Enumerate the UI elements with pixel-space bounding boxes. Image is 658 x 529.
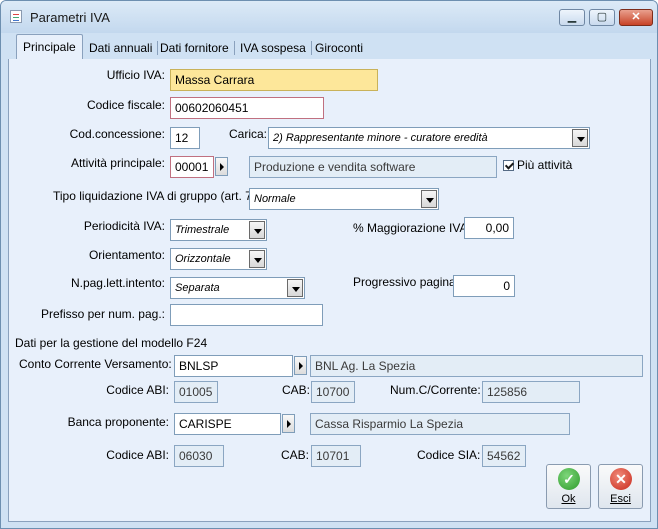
progressivo-pagina-input[interactable]: 0 xyxy=(453,275,515,297)
conto-corrente-label: Conto Corrente Versamento: xyxy=(19,357,172,371)
check-icon: ✓ xyxy=(558,468,580,490)
codice-abi-2-field: 06030 xyxy=(174,445,224,467)
title-bar: Parametri IVA ▁ ▢ ✕ xyxy=(1,1,657,33)
orientamento-select[interactable]: Orizzontale xyxy=(170,248,267,270)
tab-panel-principale: Ufficio IVA: Massa Carrara Codice fiscal… xyxy=(8,59,651,522)
orientamento-value: Orizzontale xyxy=(175,253,231,265)
cab-2-label: CAB: xyxy=(281,448,310,462)
attivita-description: Produzione e vendita software xyxy=(249,156,497,178)
tipo-liquidazione-dropdown-icon[interactable] xyxy=(421,190,437,208)
tab-dati-fornitore[interactable]: Dati fornitore xyxy=(155,41,235,55)
npag-lett-intento-label: N.pag.lett.intento: xyxy=(70,276,165,290)
npag-lett-intento-dropdown-icon[interactable] xyxy=(287,279,303,297)
piu-attivita-label: Più attività xyxy=(517,158,573,172)
tab-strip: Principale Dati annuali Dati fornitore I… xyxy=(8,33,651,60)
conto-corrente-description: BNL Ag. La Spezia xyxy=(310,355,643,377)
attivita-zoom-button[interactable] xyxy=(215,157,228,176)
tab-giroconti[interactable]: Giroconti xyxy=(310,38,368,58)
ufficio-iva-label: Ufficio IVA: xyxy=(106,68,165,82)
banca-proponente-zoom-button[interactable] xyxy=(282,414,295,433)
npag-lett-intento-value: Separata xyxy=(175,282,220,294)
banca-proponente-label: Banca proponente: xyxy=(67,415,169,429)
banca-proponente-description: Cassa Risparmio La Spezia xyxy=(310,413,570,435)
codice-fiscale-input[interactable]: 00602060451 xyxy=(170,97,324,119)
close-window-button[interactable]: ✕ xyxy=(619,9,653,26)
codice-fiscale-label: Codice fiscale: xyxy=(86,98,165,112)
ok-button[interactable]: ✓ Ok xyxy=(546,464,591,509)
tab-principale[interactable]: Principale xyxy=(16,34,83,59)
dialog-client: Principale Dati annuali Dati fornitore I… xyxy=(8,33,651,522)
banca-proponente-code-input[interactable]: CARISPE xyxy=(174,413,281,435)
carica-label: Carica: xyxy=(229,127,268,141)
piu-attivita-checkbox[interactable] xyxy=(503,160,514,171)
periodicita-select[interactable]: Trimestrale xyxy=(170,219,267,241)
npag-lett-intento-select[interactable]: Separata xyxy=(170,277,305,299)
periodicita-value: Trimestrale xyxy=(175,224,230,236)
maggiorazione-label: % Maggiorazione IVA: xyxy=(353,221,471,235)
carica-value: 2) Rappresentante minore - curatore ered… xyxy=(273,132,488,144)
parametri-iva-window: Parametri IVA ▁ ▢ ✕ Principale Dati annu… xyxy=(0,0,658,529)
attivita-code-input[interactable]: 00001 xyxy=(170,156,214,178)
carica-select[interactable]: 2) Rappresentante minore - curatore ered… xyxy=(268,127,590,149)
minimize-button[interactable]: ▁ xyxy=(559,9,585,26)
conto-corrente-zoom-button[interactable] xyxy=(294,356,307,375)
f24-section-title: Dati per la gestione del modello F24 xyxy=(15,336,208,350)
window-title: Parametri IVA xyxy=(30,10,110,25)
tab-iva-sospesa[interactable]: IVA sospesa xyxy=(235,41,312,55)
tipo-liquidazione-label: Tipo liquidazione IVA di gruppo (art. 73… xyxy=(53,189,266,203)
codice-sia-label: Codice SIA: xyxy=(417,448,481,462)
tipo-liquidazione-value: Normale xyxy=(254,193,296,205)
conto-corrente-code-input[interactable]: BNLSP xyxy=(174,355,293,377)
progressivo-pagina-label: Progressivo pagina: xyxy=(353,275,460,289)
codice-abi-2-label: Codice ABI: xyxy=(106,448,169,462)
cab-2-field: 10701 xyxy=(311,445,361,467)
prefisso-label: Prefisso per num. pag.: xyxy=(40,307,165,321)
esci-button-label: Esci xyxy=(610,493,631,505)
cod-concessione-label: Cod.concessione: xyxy=(69,127,165,141)
tipo-liquidazione-select[interactable]: Normale xyxy=(249,188,439,210)
cab-1-label: CAB: xyxy=(282,383,311,397)
num-corrente-field: 125856 xyxy=(482,381,580,403)
codice-abi-1-field: 01005 xyxy=(174,381,218,403)
maggiorazione-input[interactable]: 0,00 xyxy=(464,217,514,239)
carica-dropdown-icon[interactable] xyxy=(572,129,588,147)
prefisso-input[interactable] xyxy=(170,304,323,326)
periodicita-label: Periodicità IVA: xyxy=(83,219,165,233)
ok-button-label: Ok xyxy=(561,493,576,505)
orientamento-dropdown-icon[interactable] xyxy=(249,250,265,268)
num-corrente-label: Num.C/Corrente: xyxy=(390,383,481,397)
cod-concessione-input[interactable]: 12 xyxy=(170,127,200,149)
app-icon xyxy=(10,10,22,23)
cab-1-field: 10700 xyxy=(311,381,355,403)
orientamento-label: Orientamento: xyxy=(88,248,165,262)
periodicita-dropdown-icon[interactable] xyxy=(249,221,265,239)
attivita-principale-label: Attività principale: xyxy=(70,156,165,170)
maximize-button[interactable]: ▢ xyxy=(589,9,615,26)
codice-abi-1-label: Codice ABI: xyxy=(106,383,169,397)
codice-sia-field: 54562 xyxy=(482,445,526,467)
esci-button[interactable]: ✕ Esci xyxy=(598,464,643,509)
tab-dati-annuali[interactable]: Dati annuali xyxy=(84,41,159,55)
close-icon: ✕ xyxy=(610,468,632,490)
ufficio-iva-input[interactable]: Massa Carrara xyxy=(170,69,378,91)
